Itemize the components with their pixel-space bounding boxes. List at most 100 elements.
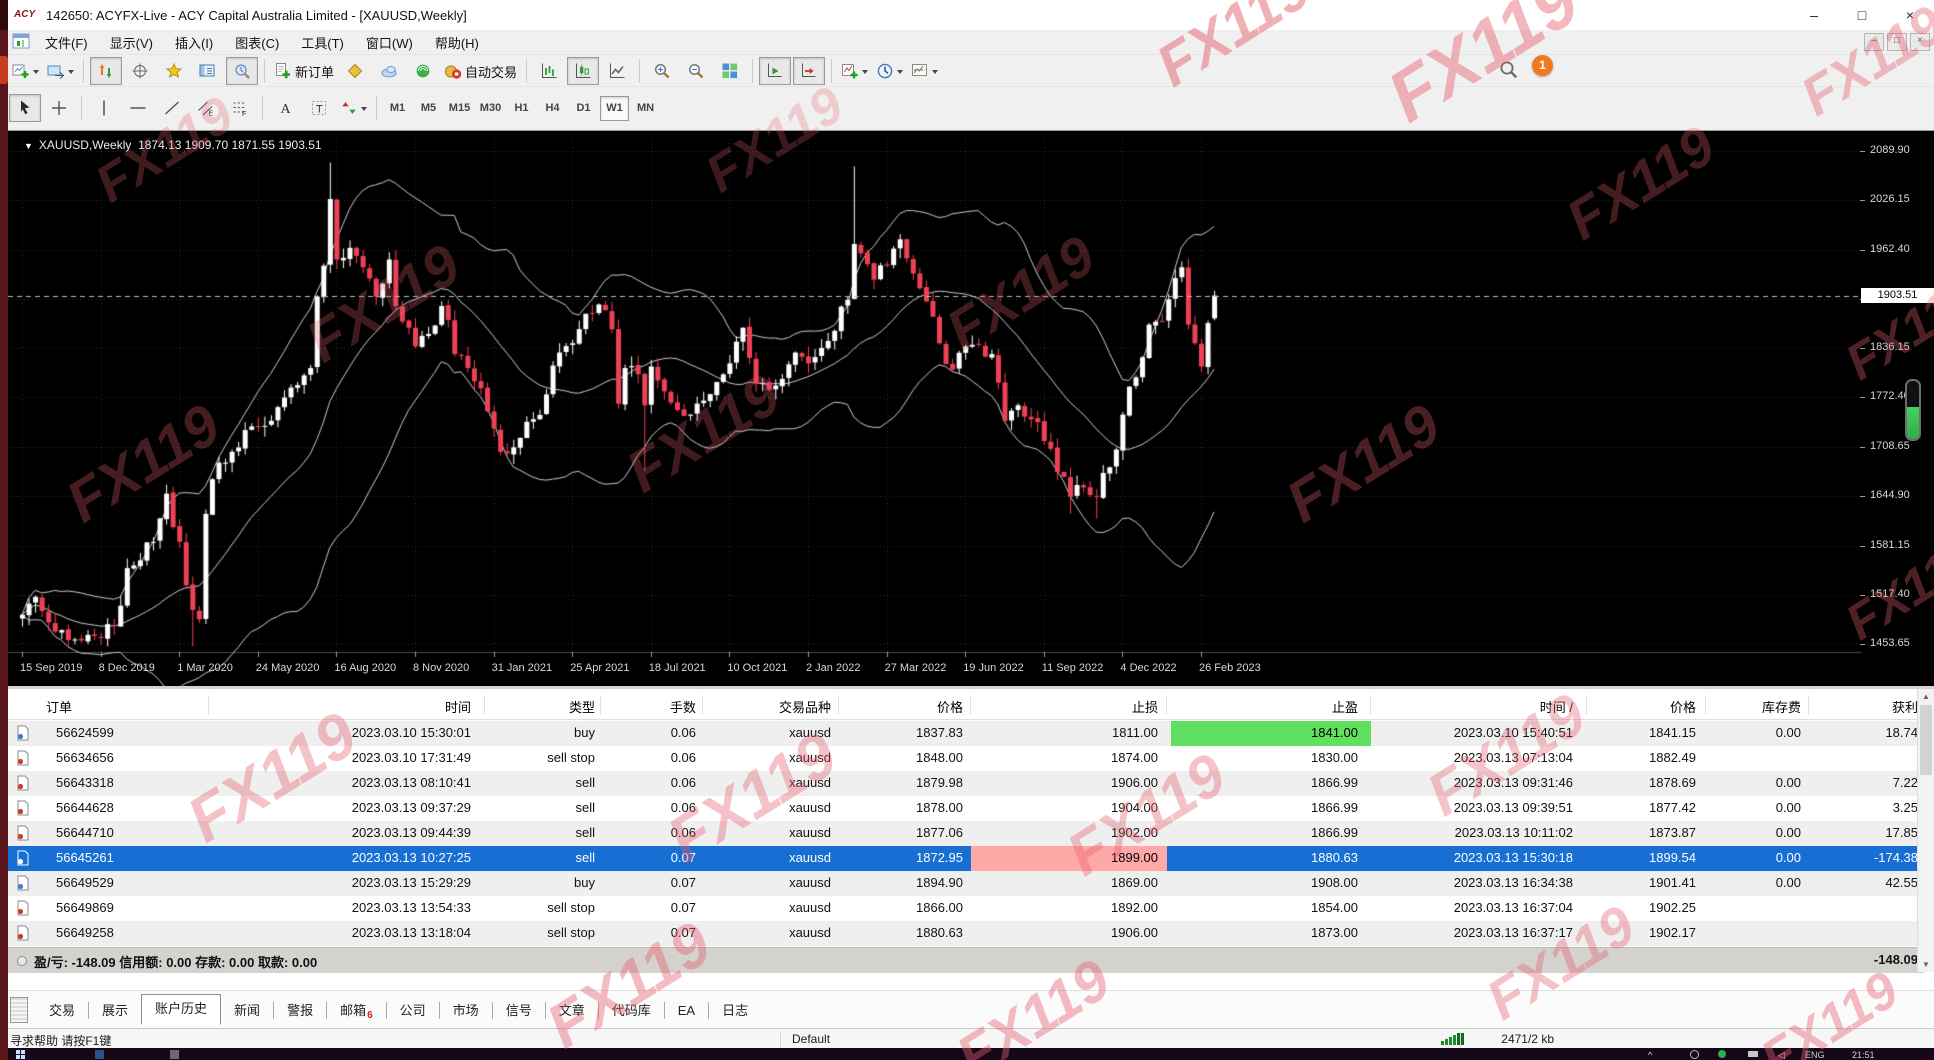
column-divider[interactable] [1808, 695, 1809, 715]
tray-battery-icon[interactable] [1748, 1051, 1758, 1057]
data-window-button[interactable] [124, 57, 156, 85]
zoom-in-button[interactable] [646, 57, 678, 85]
status-profile[interactable]: Default [792, 1032, 830, 1046]
history-scrollbar[interactable]: ▲ ▼ [1917, 689, 1934, 972]
maximize-button[interactable]: □ [1838, 0, 1886, 30]
column-divider[interactable] [702, 695, 703, 715]
column-divider[interactable] [484, 695, 485, 715]
scroll-up-icon[interactable]: ▲ [1918, 689, 1934, 704]
column-header[interactable]: 交易品种 [779, 697, 831, 716]
indicators-button[interactable] [838, 57, 871, 85]
chart-line-button[interactable] [601, 57, 633, 85]
menu-item[interactable]: 图表(C) [224, 33, 290, 52]
tray-up-icon[interactable]: ^ [1648, 1050, 1657, 1059]
mdi-minimize-button[interactable]: – [1864, 33, 1884, 51]
new-order-button[interactable]: 新订单 [271, 57, 337, 85]
history-row[interactable]: 566495292023.03.13 15:29:29buy0.07xauusd… [8, 871, 1924, 896]
timeframe-mn[interactable]: MN [631, 96, 660, 121]
column-divider[interactable] [1586, 695, 1587, 715]
timeframe-m5[interactable]: M5 [414, 96, 443, 121]
menu-item[interactable]: 工具(T) [290, 33, 355, 52]
publish-button[interactable] [373, 57, 405, 85]
history-row[interactable]: 566245992023.03.10 15:30:01buy0.06xauusd… [8, 721, 1924, 746]
tray-network-icon[interactable] [1690, 1050, 1699, 1059]
history-row[interactable]: 566446282023.03.13 09:37:29sell0.06xauus… [8, 796, 1924, 821]
text-label-button[interactable]: T [303, 94, 335, 122]
zoom-out-button[interactable] [680, 57, 712, 85]
scroll-down-icon[interactable]: ▼ [1918, 957, 1934, 972]
tab-11[interactable]: EA [665, 997, 708, 1024]
timeframe-w1[interactable]: W1 [600, 96, 629, 121]
crosshair-button[interactable] [43, 94, 75, 122]
dropdown-caret-icon[interactable] [361, 107, 367, 114]
mdi-restore-button[interactable]: □ [1887, 33, 1907, 51]
column-header[interactable]: 订单 [46, 697, 72, 716]
market-watch-button[interactable] [90, 57, 122, 85]
history-row[interactable]: 566492582023.03.13 13:18:04sell stop0.07… [8, 921, 1924, 946]
menu-item[interactable]: 窗口(W) [355, 33, 424, 52]
timeframe-m30[interactable]: M30 [476, 96, 505, 121]
strategy-tester-button[interactable] [226, 57, 258, 85]
windows-start-icon[interactable] [16, 1050, 25, 1059]
column-divider[interactable] [1166, 695, 1167, 715]
history-row[interactable]: 566498692023.03.13 13:54:33sell stop0.07… [8, 896, 1924, 921]
tray-language[interactable]: ENG [1805, 1050, 1825, 1059]
tray-volume-icon[interactable]: ◁ [1778, 1050, 1787, 1059]
column-header[interactable]: 手数 [670, 697, 696, 716]
column-divider[interactable] [1370, 695, 1371, 715]
terminal-panel-button[interactable] [192, 57, 224, 85]
tile-windows-button[interactable] [714, 57, 746, 85]
taskbar-app2-icon[interactable] [170, 1050, 179, 1059]
chart-bars-button[interactable] [533, 57, 565, 85]
autotrade-button[interactable]: 自动交易 [441, 57, 520, 85]
minimize-button[interactable]: – [1790, 0, 1838, 30]
timeframe-h4[interactable]: H4 [538, 96, 567, 121]
tab-3[interactable]: 新闻 [221, 997, 273, 1024]
close-button[interactable]: × [1886, 0, 1934, 30]
column-divider[interactable] [208, 695, 209, 715]
tray-green-icon[interactable] [1718, 1050, 1726, 1058]
chart-shift-button[interactable] [793, 57, 825, 85]
candlestick-chart-canvas[interactable] [8, 131, 1862, 687]
cursor-button[interactable] [9, 94, 41, 122]
dropdown-caret-icon[interactable] [862, 70, 868, 77]
profiles-button[interactable] [44, 57, 77, 85]
history-row[interactable]: 566447102023.03.13 09:44:39sell0.06xauus… [8, 821, 1924, 846]
timeframe-m1[interactable]: M1 [383, 96, 412, 121]
history-row-selected[interactable]: 566452612023.03.13 10:27:25sell0.07xauus… [8, 846, 1924, 871]
tray-clock[interactable]: 21:51 [1852, 1050, 1875, 1059]
menu-item[interactable]: 文件(F) [34, 33, 99, 52]
column-divider[interactable] [838, 695, 839, 715]
timeframe-h1[interactable]: H1 [507, 96, 536, 121]
column-header[interactable]: 库存费 [1762, 697, 1801, 716]
tab-1[interactable]: 展示 [89, 997, 141, 1024]
history-table-header[interactable]: 订单时间类型手数交易品种价格止损止盈时间 /价格库存费获利 [8, 689, 1924, 720]
new-chart-button[interactable] [9, 57, 42, 85]
column-header[interactable]: 获利 [1892, 697, 1918, 716]
search-icon[interactable] [1498, 59, 1520, 84]
column-header[interactable]: 时间 / [1540, 697, 1573, 716]
templates-button[interactable] [908, 57, 941, 85]
history-row[interactable]: 566433182023.03.13 08:10:41sell0.06xauus… [8, 771, 1924, 796]
tab-0[interactable]: 交易 [36, 997, 88, 1024]
scroll-thumb[interactable] [1920, 705, 1932, 775]
column-divider[interactable] [1705, 695, 1706, 715]
chart-candles-button[interactable] [567, 57, 599, 85]
auto-scroll-button[interactable] [759, 57, 791, 85]
dock-handle-icon[interactable] [10, 997, 28, 1023]
column-header[interactable]: 价格 [937, 697, 963, 716]
tab-9[interactable]: 文章 [546, 997, 598, 1024]
navigator-button[interactable] [158, 57, 190, 85]
timeframe-m15[interactable]: M15 [445, 96, 474, 121]
tab-5[interactable]: 邮箱6 [327, 997, 386, 1024]
column-header[interactable]: 止损 [1132, 697, 1158, 716]
dropdown-caret-icon[interactable] [33, 70, 39, 77]
horizontal-line-button[interactable] [122, 94, 154, 122]
tab-6[interactable]: 公司 [387, 997, 439, 1024]
tab-10[interactable]: 代码库 [599, 997, 664, 1024]
fibonacci-button[interactable]: F [224, 94, 256, 122]
signals-button[interactable] [407, 57, 439, 85]
trendline-button[interactable] [156, 94, 188, 122]
tab-7[interactable]: 市场 [440, 997, 492, 1024]
text-button[interactable]: A [269, 94, 301, 122]
